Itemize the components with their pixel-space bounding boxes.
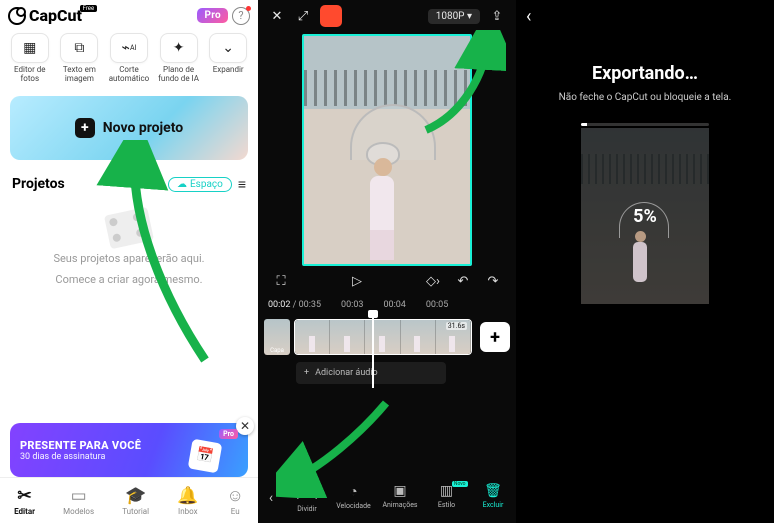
- cloud-space-chip[interactable]: ☁ Espaço: [168, 177, 232, 192]
- tool-animations[interactable]: ▣Animações: [381, 483, 419, 513]
- new-project-label: Novo projeto: [103, 120, 183, 136]
- profile-icon: ☺: [227, 486, 244, 506]
- back-icon[interactable]: ‹: [516, 0, 541, 33]
- sort-icon[interactable]: ≡: [238, 176, 246, 193]
- play-icon[interactable]: ▷: [348, 272, 366, 290]
- resolution-selector[interactable]: 1080P ▾: [428, 9, 480, 24]
- free-tag: Free: [80, 5, 98, 12]
- nav-me[interactable]: ☺Eu: [227, 486, 244, 516]
- progress-bar: [581, 123, 709, 126]
- timeline-tracks[interactable]: Capa 31.6s + + Adicionar áudio: [258, 314, 516, 388]
- trash-icon: 🗑: [484, 483, 502, 499]
- fullscreen-icon[interactable]: ⛶: [272, 272, 290, 290]
- nav-edit[interactable]: ✂Editar: [14, 486, 35, 516]
- nav-tutorial[interactable]: 🎓Tutorial: [122, 486, 149, 516]
- video-preview[interactable]: [302, 34, 472, 266]
- tool-speed[interactable]: ◔Velocidade: [335, 483, 373, 513]
- editor-top-bar: ✕ ⤢ 1080P ▾ ⇪: [258, 0, 516, 32]
- clip-duration: 31.6s: [446, 322, 467, 330]
- templates-icon: ▭: [71, 486, 87, 506]
- nav-templates[interactable]: ▭Modelos: [63, 486, 94, 516]
- expand-icon[interactable]: ⤢: [294, 7, 312, 25]
- export-title: Exportando…: [592, 63, 698, 84]
- nav-inbox[interactable]: 🔔Inbox: [177, 486, 198, 516]
- animation-icon: ▣: [393, 483, 406, 499]
- editor-screen: ✕ ⤢ 1080P ▾ ⇪ ⛶ ▷ ◇› ↶ ↷ 00:02 / 00:35 0…: [258, 0, 516, 523]
- toolbar-back[interactable]: ‹: [258, 490, 284, 506]
- action-ai-background[interactable]: ✦ Plano de fundo de IA: [155, 33, 203, 84]
- speed-icon: ◔: [349, 483, 357, 500]
- export-subtitle: Não feche o CapCut ou bloqueie a tela.: [559, 92, 732, 103]
- export-preview: 5%: [581, 123, 709, 304]
- projects-empty-state: Seus projetos aparecerão aqui. Comece a …: [0, 201, 258, 288]
- pro-badge[interactable]: Pro: [197, 8, 228, 23]
- tool-split[interactable]: 〕〔Dividir: [288, 483, 326, 513]
- record-button[interactable]: [320, 5, 342, 27]
- bell-icon: 🔔: [177, 486, 198, 506]
- cover-thumbnail[interactable]: Capa: [264, 319, 290, 355]
- player-controls: ⛶ ▷ ◇› ↶ ↷: [258, 266, 516, 296]
- export-screen: ‹ Exportando… Não feche o CapCut ou bloq…: [516, 0, 774, 523]
- action-expand[interactable]: ⌄ Expandir: [204, 33, 252, 84]
- bottom-nav: ✂Editar ▭Modelos 🎓Tutorial 🔔Inbox ☺Eu: [0, 477, 258, 523]
- promo-banner[interactable]: ✕ Pro 📅 PRESENTE PARA VOCÊ 30 dias de as…: [10, 423, 248, 477]
- empty-text-2: Comece a criar agora mesmo.: [55, 272, 202, 287]
- time-current: 00:02: [268, 300, 290, 310]
- progress-fill: [581, 123, 587, 126]
- undo-icon[interactable]: ↶: [454, 272, 472, 290]
- text-image-icon: ⧉: [60, 33, 98, 63]
- tool-style[interactable]: Novo▥Estilo: [428, 483, 466, 513]
- app-logo: CapCut: [8, 6, 82, 25]
- film-clip-icon: [104, 206, 154, 248]
- preview-content: [356, 110, 410, 260]
- projects-title: Projetos: [12, 176, 65, 192]
- image-icon: ▦: [11, 33, 49, 63]
- add-audio-button[interactable]: + Adicionar áudio: [296, 362, 446, 384]
- chevron-down-icon: ⌄: [209, 33, 247, 63]
- time-total: 00:35: [299, 300, 321, 310]
- empty-text-1: Seus projetos aparecerão aqui.: [53, 251, 204, 266]
- projects-header: Projetos ☁ Espaço ≡: [0, 168, 258, 201]
- split-icon: 〕〔: [297, 483, 318, 503]
- help-icon[interactable]: ?: [232, 7, 250, 25]
- export-percent: 5%: [633, 206, 657, 227]
- autocrop-icon: ⌁AI: [110, 33, 148, 63]
- keyframe-icon[interactable]: ◇›: [424, 272, 442, 290]
- logo-icon: [8, 7, 26, 25]
- tool-delete[interactable]: 🗑Excluir: [474, 483, 512, 513]
- add-clip-button[interactable]: +: [480, 322, 510, 352]
- scissors-icon: ✂: [17, 486, 31, 506]
- editor-toolbar: ‹ 〕〔Dividir ◔Velocidade ▣Animações Novo▥…: [258, 473, 516, 523]
- tutorial-icon: 🎓: [125, 486, 146, 506]
- top-bar: CapCut Pro ?: [0, 0, 258, 31]
- ai-bg-icon: ✦: [160, 33, 198, 63]
- action-auto-crop[interactable]: ⌁AI Corte automático: [105, 33, 153, 84]
- plus-icon: +: [75, 118, 95, 138]
- close-icon[interactable]: ✕: [236, 417, 254, 435]
- export-thumbnail: 5%: [581, 128, 709, 304]
- home-screen: CapCut Pro ? ▦ Editor de fotos Free ⧉ Te…: [0, 0, 258, 523]
- playhead[interactable]: [372, 314, 374, 388]
- video-clip[interactable]: 31.6s: [294, 319, 472, 355]
- action-text-on-image[interactable]: Free ⧉ Texto em imagem: [56, 33, 104, 84]
- new-project-button[interactable]: + Novo projeto: [10, 96, 248, 160]
- timeline-ruler: 00:02 / 00:35 00:03 00:04 00:05: [258, 296, 516, 314]
- app-name: CapCut: [29, 6, 82, 25]
- redo-icon[interactable]: ↷: [484, 272, 502, 290]
- promo-subtitle: 30 dias de assinatura: [20, 452, 238, 462]
- quick-actions-row: ▦ Editor de fotos Free ⧉ Texto em imagem…: [0, 31, 258, 88]
- promo-pro-tag: Pro: [219, 429, 238, 439]
- export-icon[interactable]: ⇪: [488, 7, 506, 25]
- close-icon[interactable]: ✕: [268, 7, 286, 25]
- action-photo-editor[interactable]: ▦ Editor de fotos: [6, 33, 54, 84]
